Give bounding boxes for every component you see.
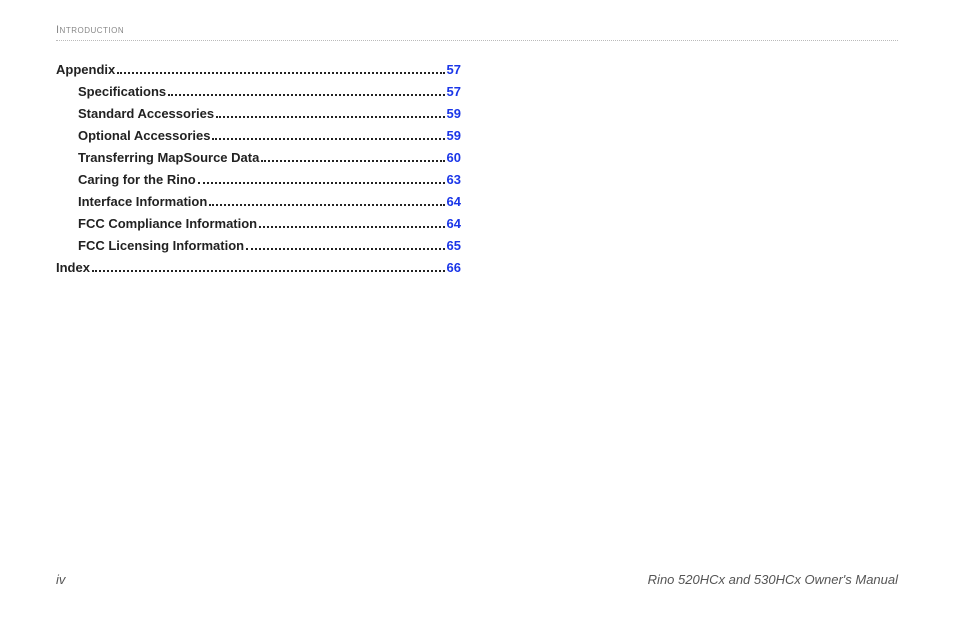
toc-entry-standard-accessories[interactable]: Standard Accessories 59 [56, 103, 461, 125]
toc-page-number: 57 [447, 59, 461, 81]
toc-label: Index [56, 257, 90, 279]
toc-label: Optional Accessories [78, 125, 210, 147]
page-footer: iv Rino 520HCx and 530HCx Owner's Manual [56, 572, 898, 587]
table-of-contents: Appendix 57 Specifications 57 Standard A… [56, 59, 461, 279]
toc-entry-interface-information[interactable]: Interface Information 64 [56, 191, 461, 213]
toc-entry-caring-for-the-rino[interactable]: Caring for the Rino 63 [56, 169, 461, 191]
toc-leader [92, 270, 445, 272]
footer-manual-title: Rino 520HCx and 530HCx Owner's Manual [648, 572, 898, 587]
toc-page-number: 57 [447, 81, 461, 103]
toc-page-number: 64 [447, 191, 461, 213]
toc-label: Appendix [56, 59, 115, 81]
toc-label: Transferring MapSource Data [78, 147, 259, 169]
toc-entry-fcc-compliance-information[interactable]: FCC Compliance Information 64 [56, 213, 461, 235]
toc-leader [212, 138, 444, 140]
toc-page-number: 59 [447, 103, 461, 125]
toc-entry-fcc-licensing-information[interactable]: FCC Licensing Information 65 [56, 235, 461, 257]
section-header: Introduction [56, 24, 898, 41]
toc-label: Interface Information [78, 191, 207, 213]
document-page: Introduction Appendix 57 Specifications … [0, 0, 954, 621]
toc-leader [246, 248, 444, 250]
toc-page-number: 60 [447, 147, 461, 169]
toc-entry-optional-accessories[interactable]: Optional Accessories 59 [56, 125, 461, 147]
toc-label: Standard Accessories [78, 103, 214, 125]
toc-leader [261, 160, 444, 162]
toc-leader [216, 116, 444, 118]
toc-page-number: 66 [447, 257, 461, 279]
toc-page-number: 65 [447, 235, 461, 257]
toc-leader [259, 226, 444, 228]
toc-leader [168, 94, 444, 96]
toc-leader [117, 72, 444, 74]
toc-entry-appendix[interactable]: Appendix 57 [56, 59, 461, 81]
toc-leader [198, 182, 445, 184]
toc-label: FCC Licensing Information [78, 235, 244, 257]
toc-page-number: 59 [447, 125, 461, 147]
toc-page-number: 63 [447, 169, 461, 191]
toc-entry-index[interactable]: Index 66 [56, 257, 461, 279]
toc-label: Caring for the Rino [78, 169, 196, 191]
toc-entry-transferring-mapsource-data[interactable]: Transferring MapSource Data 60 [56, 147, 461, 169]
toc-label: Specifications [78, 81, 166, 103]
toc-page-number: 64 [447, 213, 461, 235]
footer-page-number: iv [56, 572, 65, 587]
toc-entry-specifications[interactable]: Specifications 57 [56, 81, 461, 103]
toc-label: FCC Compliance Information [78, 213, 257, 235]
toc-leader [209, 204, 444, 206]
